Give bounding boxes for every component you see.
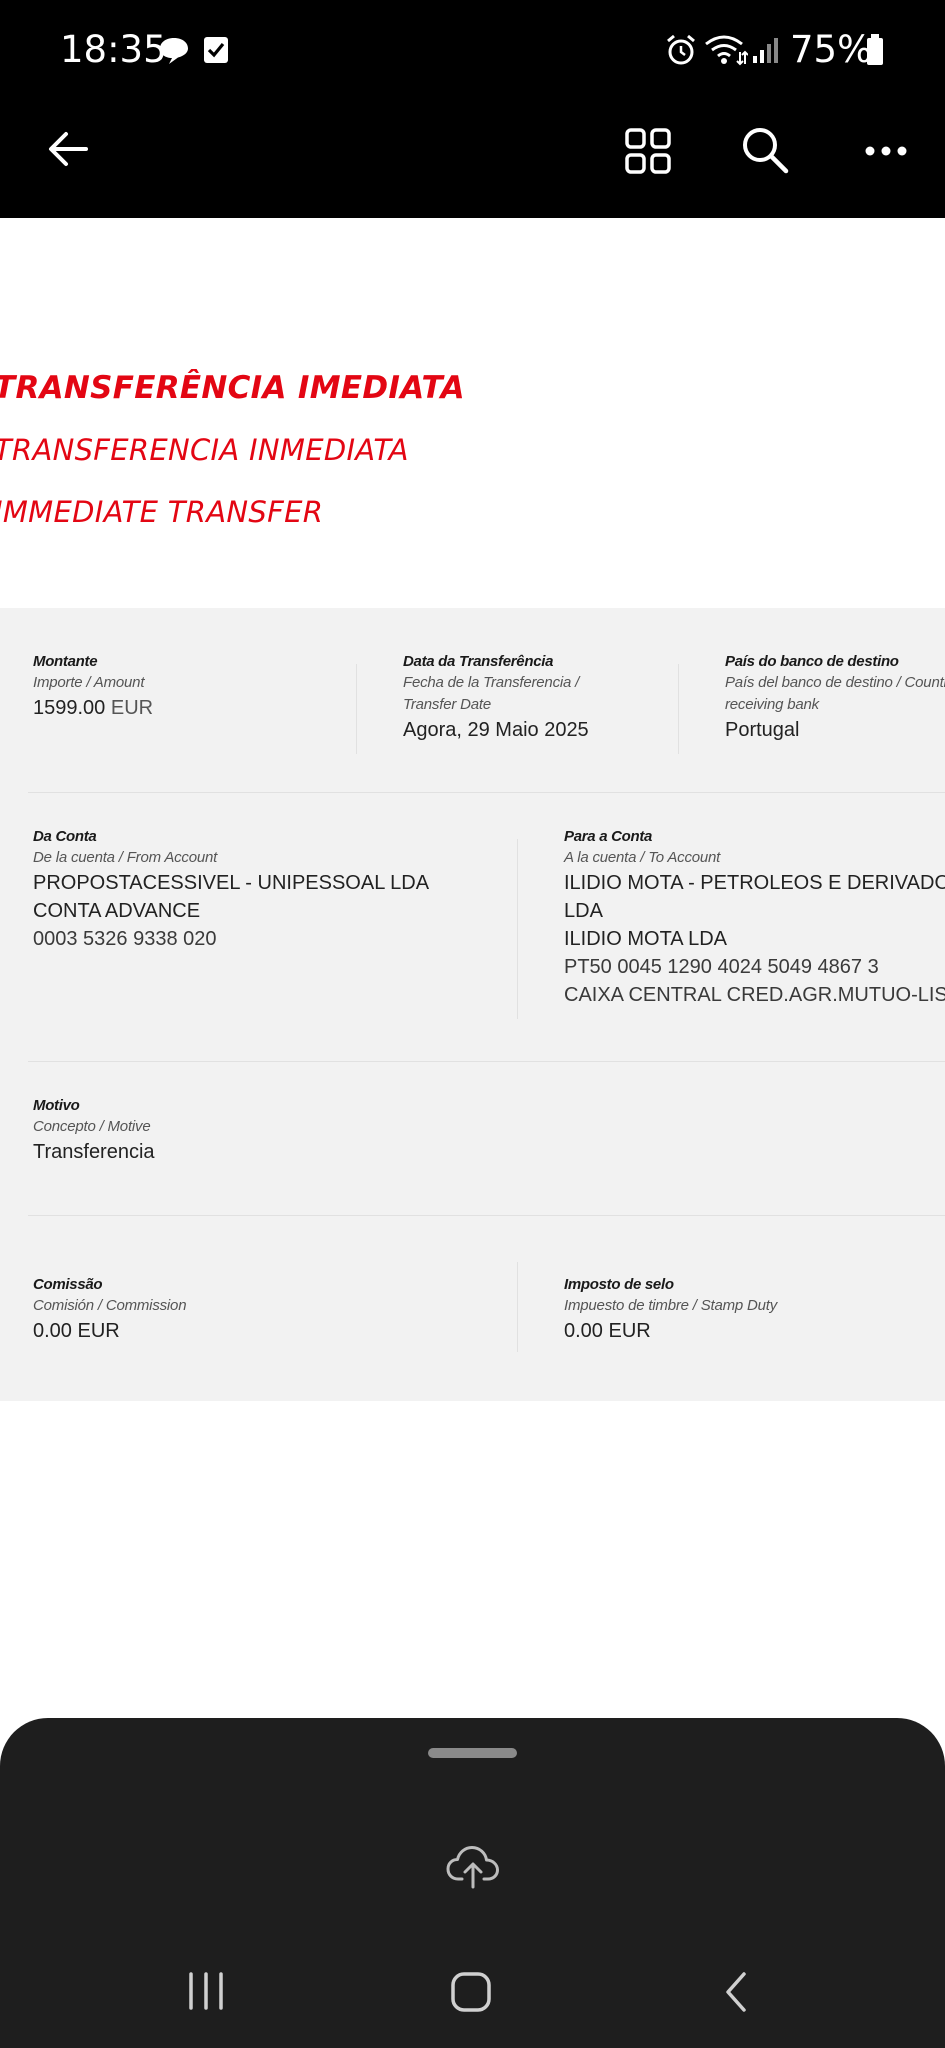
title-pt: TRANSFERÊNCIA IMEDIATA — [0, 370, 465, 406]
from-account-sub-label: De la cuenta / From Account — [33, 849, 218, 866]
amount-value: 1599.00 EUR — [33, 694, 153, 722]
stamp-duty-value: 0.00 EUR — [564, 1320, 651, 1342]
grid-icon[interactable] — [624, 127, 672, 180]
to-account-name: ILIDIO MOTA - PETROLEOS E DERIVADOS — [564, 872, 945, 894]
country-field: País do banco de destino País del banco … — [725, 652, 945, 744]
to-account-holder: ILIDIO MOTA LDA — [564, 928, 727, 950]
bottom-sheet — [0, 1718, 945, 2048]
stamp-duty-label: Imposto de selo — [564, 1276, 674, 1293]
divider — [517, 839, 518, 1019]
date-sub-label-2: Transfer Date — [403, 696, 491, 713]
signal-icon — [752, 36, 782, 69]
wifi-icon — [704, 34, 749, 71]
amount-sub-label: Importe / Amount — [33, 674, 145, 691]
sheet-drag-handle[interactable] — [428, 1748, 517, 1758]
battery-icon — [866, 34, 884, 71]
battery-level: 75% — [790, 28, 873, 71]
date-value: Agora, 29 Maio 2025 — [403, 719, 589, 741]
divider — [517, 1262, 518, 1352]
back-icon[interactable] — [722, 1970, 750, 2019]
motive-value: Transferencia — [33, 1141, 155, 1163]
cloud-upload-icon[interactable] — [446, 1845, 500, 1894]
checkbox-icon — [203, 36, 229, 69]
transfer-title-block: TRANSFERÊNCIA IMEDIATA TRANSFERENCIA INM… — [0, 360, 945, 540]
to-account-iban: PT50 0045 1290 4024 5049 4867 3 — [564, 956, 879, 978]
amount-number: 1599.00 — [33, 697, 106, 719]
date-label: Data da Transferência — [403, 653, 554, 670]
stamp-duty-field: Imposto de selo Impuesto de timbre / Sta… — [564, 1275, 777, 1345]
to-account-sub-label: A la cuenta / To Account — [564, 849, 721, 866]
country-sub-label-2: receiving bank — [725, 696, 819, 713]
amount-label: Montante — [33, 653, 98, 670]
amount-currency: EUR — [110, 697, 154, 719]
divider — [678, 664, 679, 754]
divider — [28, 1215, 945, 1216]
transfer-details-panel: Montante Importe / Amount 1599.00 EUR Da… — [0, 608, 945, 1401]
stamp-duty-sub-label: Impuesto de timbre / Stamp Duty — [564, 1297, 778, 1314]
status-time: 18:35 — [60, 28, 167, 71]
from-account-name: PROPOSTACESSIVEL - UNIPESSOAL LDA — [33, 872, 430, 894]
commission-label: Comissão — [33, 1276, 103, 1293]
to-account-field: Para a Conta A la cuenta / To Account IL… — [564, 827, 945, 1009]
date-sub-label: Fecha de la Transferencia / — [403, 674, 580, 691]
recents-icon[interactable] — [187, 1971, 227, 2016]
app-bar — [0, 100, 945, 218]
country-sub-label: País del banco de destino / Country of — [725, 674, 945, 691]
motive-label: Motivo — [33, 1097, 80, 1114]
from-account-type: CONTA ADVANCE — [33, 900, 201, 922]
motive-field: Motivo Concepto / Motive Transferencia — [33, 1096, 155, 1166]
to-account-name-cont: LDA — [564, 900, 603, 922]
commission-sub-label: Comisión / Commission — [33, 1297, 187, 1314]
chat-bubble-icon — [158, 36, 190, 71]
amount-field: Montante Importe / Amount 1599.00 EUR — [33, 652, 153, 722]
more-icon[interactable] — [864, 144, 908, 162]
title-es: TRANSFERENCIA INMEDIATA — [0, 433, 409, 467]
status-bar: 18:35 75% — [0, 0, 945, 100]
to-account-label: Para a Conta — [564, 828, 653, 845]
divider — [356, 664, 357, 754]
home-icon[interactable] — [450, 1971, 492, 2018]
from-account-number: 0003 5326 9338 020 — [33, 928, 217, 950]
alarm-icon — [666, 34, 696, 71]
motive-sub-label: Concepto / Motive — [33, 1118, 151, 1135]
divider — [28, 792, 945, 793]
from-account-label: Da Conta — [33, 828, 97, 845]
search-icon[interactable] — [740, 125, 790, 180]
commission-value: 0.00 EUR — [33, 1320, 120, 1342]
title-en: IMMEDIATE TRANSFER — [0, 495, 324, 529]
back-arrow-icon[interactable] — [46, 127, 90, 176]
divider — [28, 1061, 945, 1062]
to-account-bank: CAIXA CENTRAL CRED.AGR.MUTUO-LISBOA — [564, 984, 945, 1006]
commission-field: Comissão Comisión / Commission 0.00 EUR — [33, 1275, 187, 1345]
from-account-field: Da Conta De la cuenta / From Account PRO… — [33, 827, 429, 953]
country-label: País do banco de destino — [725, 653, 899, 670]
country-value: Portugal — [725, 719, 800, 741]
date-field: Data da Transferência Fecha de la Transf… — [403, 652, 589, 744]
